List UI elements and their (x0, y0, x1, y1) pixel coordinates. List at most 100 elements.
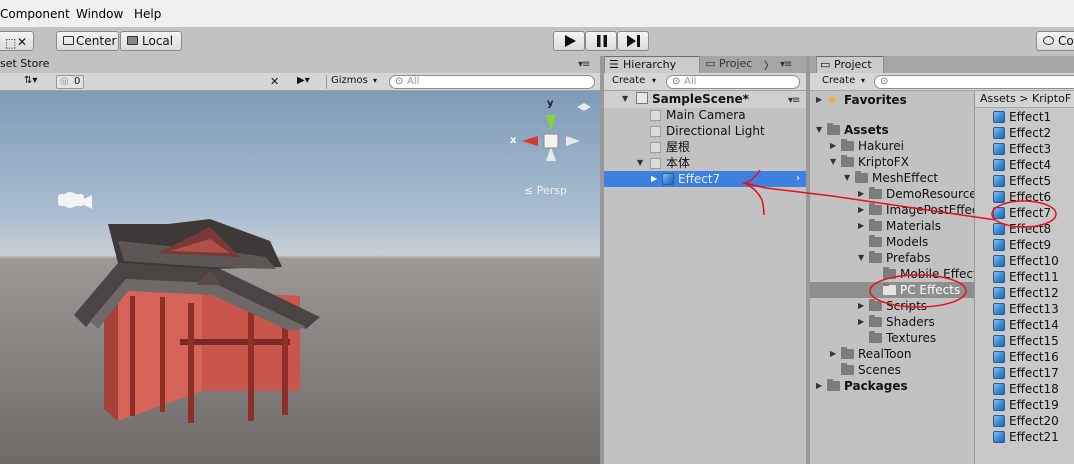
asset-item[interactable]: Effect11 (975, 269, 1074, 285)
asset-item[interactable]: Effect14 (975, 317, 1074, 333)
hierarchy-create-dropdown[interactable]: Create ▾ (608, 75, 660, 89)
tools-icon[interactable]: ✕ (17, 33, 27, 51)
shaded-mode-button[interactable] (0, 75, 18, 89)
asset-item[interactable]: Effect12 (975, 285, 1074, 301)
hierarchy-item[interactable]: Directional Light (604, 123, 806, 139)
asset-item[interactable]: Effect5 (975, 173, 1074, 189)
asset-item[interactable]: Effect16 (975, 349, 1074, 365)
tree-item[interactable]: ▼ MeshEffect (810, 170, 974, 186)
asset-item[interactable]: Effect9 (975, 237, 1074, 253)
menu-component[interactable]: Component (0, 7, 70, 21)
tree-item[interactable]: ▼ KriptoFX (810, 154, 974, 170)
persp-toggle[interactable]: ≤ Persp (524, 184, 567, 197)
asset-item[interactable]: Effect7 (975, 205, 1074, 221)
asset-item[interactable]: Effect20 (975, 413, 1074, 429)
chevron-down-icon[interactable]: ▼ (637, 155, 647, 171)
hierarchy-item-selected[interactable]: ▶ Effect7 › (604, 171, 806, 187)
play-button[interactable] (553, 31, 585, 51)
asset-item[interactable]: Effect3 (975, 141, 1074, 157)
asset-item[interactable]: Effect15 (975, 333, 1074, 349)
asset-item[interactable]: Effect19 (975, 397, 1074, 413)
scene-viewport[interactable]: y x ≤ Persp (0, 91, 600, 464)
prefab-cube-icon (993, 143, 1005, 155)
asset-store-tab[interactable]: set Store (0, 56, 80, 73)
scene-header-row[interactable]: ▼ SampleScene* ▾≡ (604, 91, 806, 108)
hierarchy-item[interactable]: ▼ 本体 (604, 155, 806, 171)
chevron-right-icon[interactable]: › (796, 171, 800, 187)
chevron-down-icon[interactable]: ▼ (622, 91, 632, 107)
asset-item[interactable]: Effect17 (975, 365, 1074, 381)
menu-help[interactable]: Help (134, 7, 161, 21)
scene-menu-icon[interactable]: ▾≡ (578, 59, 590, 70)
asset-item[interactable]: Effect8 (975, 221, 1074, 237)
pause-button[interactable] (585, 31, 617, 51)
step-button[interactable] (617, 31, 649, 51)
project-create-dropdown[interactable]: Create ▾ (814, 75, 866, 89)
asset-item[interactable]: Effect6 (975, 189, 1074, 205)
chevron-right-icon[interactable]: ▶ (816, 378, 826, 394)
chevron-right-icon[interactable]: 〉 (764, 57, 774, 72)
chevron-right-icon[interactable]: ▶ (858, 202, 868, 218)
asset-item[interactable]: Effect2 (975, 125, 1074, 141)
asset-item-label: Effect21 (1009, 430, 1059, 444)
tree-item[interactable]: Scenes (810, 362, 974, 378)
tree-item[interactable]: ▶ ImagePostEffec (810, 202, 974, 218)
transform-tools[interactable]: ⬚ ✕ (0, 31, 34, 51)
rect-tool-icon[interactable]: ⬚ (5, 34, 16, 52)
hierarchy-menu-icon[interactable]: ▾≡ (780, 59, 792, 70)
collab-button[interactable]: Co (1036, 31, 1074, 51)
chevron-down-icon[interactable]: ▼ (844, 170, 854, 186)
scene-tools-icon[interactable]: ✕ (270, 75, 279, 88)
chevron-right-icon[interactable]: ▶ (858, 298, 868, 314)
effects-toggle[interactable]: ◎ 0 (56, 75, 84, 89)
tree-item[interactable]: Textures (810, 330, 974, 346)
pivot-center-button[interactable]: Center (56, 31, 119, 51)
tree-item-packages[interactable]: ▶ Packages (810, 378, 974, 394)
tree-item-favorites[interactable]: ▶ ★ Favorites (810, 92, 974, 108)
tree-item[interactable]: Mobile Effects (810, 266, 974, 282)
audio-toggle-icon[interactable]: ⇅▾ (24, 75, 37, 86)
chevron-right-icon[interactable]: ▶ (830, 138, 840, 154)
gizmos-label: Gizmos (331, 75, 368, 86)
asset-item[interactable]: Effect21 (975, 429, 1074, 445)
hierarchy-search-input[interactable]: ⊙ All (666, 75, 800, 89)
chevron-right-icon[interactable]: ▶ (830, 346, 840, 362)
hierarchy-tab[interactable]: ☰ Hierarchy (604, 56, 700, 73)
chevron-down-icon[interactable]: ▼ (858, 250, 868, 266)
space-local-button[interactable]: Local (120, 31, 182, 51)
project-tab[interactable]: ▭ Project (816, 56, 884, 73)
asset-item[interactable]: Effect18 (975, 381, 1074, 397)
tree-item[interactable]: Models (810, 234, 974, 250)
asset-item[interactable]: Effect10 (975, 253, 1074, 269)
tree-item[interactable]: ▶ Hakurei (810, 138, 974, 154)
chevron-right-icon[interactable]: ▶ (858, 218, 868, 234)
tree-item[interactable]: ▶ Shaders (810, 314, 974, 330)
menu-window[interactable]: Window (76, 7, 123, 21)
tree-item-assets[interactable]: ▼ Assets (810, 122, 974, 138)
chevron-right-icon[interactable]: ▶ (858, 186, 868, 202)
chevron-down-icon[interactable]: ▼ (816, 122, 826, 138)
chevron-right-icon[interactable]: ▶ (858, 314, 868, 330)
hierarchy-item[interactable]: Main Camera (604, 107, 806, 123)
asset-item[interactable]: Effect1 (975, 109, 1074, 125)
tree-item[interactable]: ▶ RealToon (810, 346, 974, 362)
chevron-down-icon[interactable]: ▼ (830, 154, 840, 170)
project-search-input[interactable]: ⊙ (874, 75, 1074, 89)
tree-item-label: Shaders (886, 315, 935, 329)
tree-item[interactable]: ▼ Prefabs (810, 250, 974, 266)
tree-item-selected[interactable]: PC Effects (810, 282, 974, 298)
asset-item[interactable]: Effect4 (975, 157, 1074, 173)
hierarchy-item[interactable]: 屋根 (604, 139, 806, 155)
chevron-right-icon[interactable]: ▶ (651, 171, 661, 187)
tree-item[interactable]: ▶ Scripts (810, 298, 974, 314)
tree-item[interactable]: ▶ Materials (810, 218, 974, 234)
breadcrumb-text[interactable]: Assets > KriptoF (980, 92, 1071, 105)
scene-search-input[interactable]: ⊙ All (389, 75, 595, 89)
hierarchy-item-label: Effect7 (678, 172, 721, 186)
folder-icon (841, 155, 854, 167)
camera-settings-icon[interactable]: ▶▾ (297, 75, 310, 86)
asset-item[interactable]: Effect13 (975, 301, 1074, 317)
chevron-right-icon[interactable]: ▶ (816, 92, 826, 108)
tree-item[interactable]: ▶ DemoResource (810, 186, 974, 202)
gizmos-dropdown[interactable]: Gizmos ▾ (326, 75, 382, 89)
